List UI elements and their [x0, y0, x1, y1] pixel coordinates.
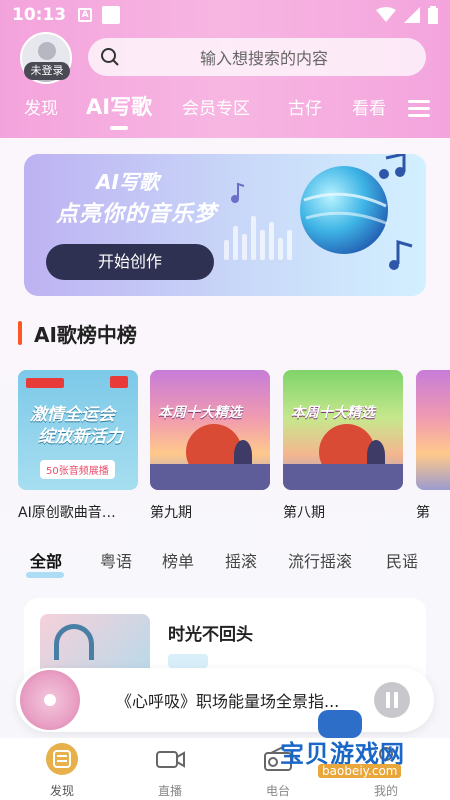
nav-discover[interactable]: 发现 — [22, 742, 102, 799]
album-label: AI原创歌曲音… — [18, 505, 116, 521]
watermark: 宝贝游戏网 baobeiy.com — [270, 704, 446, 784]
album-cover: 本周十大精选 — [283, 370, 403, 490]
status-right — [376, 6, 438, 24]
banner-subtitle: 点亮你的音乐梦 — [56, 202, 218, 227]
search-input[interactable]: 输入想搜索的内容 — [88, 38, 426, 76]
login-status-badge[interactable]: 未登录 — [24, 62, 70, 80]
album-cover: 本周十大精选 — [150, 370, 270, 490]
ground-illustration — [283, 464, 403, 490]
headphones-icon — [54, 624, 94, 660]
tab-ai-songwriting[interactable]: AI写歌 — [86, 91, 152, 121]
album-label: 第八期 — [283, 505, 325, 521]
nav-label: 直播 — [157, 784, 182, 798]
album-cover-tag: 50张音频展播 — [40, 460, 115, 479]
album-label: 第 — [416, 505, 430, 521]
section-title: AI歌榜中榜 — [34, 322, 137, 347]
video-camera-icon — [153, 742, 187, 776]
signal-icon — [404, 7, 420, 23]
album-card[interactable]: 本周十大精选 第八期 — [283, 370, 403, 522]
top-tabs: 发现 AI写歌 会员专区 古仔 看看 — [0, 94, 450, 130]
ground-illustration — [150, 464, 270, 490]
tab-watch[interactable]: 看看 — [352, 94, 386, 119]
album-cover-line2: 绽放新活力 — [38, 427, 123, 447]
battery-icon — [428, 6, 438, 24]
notification-square-icon — [102, 6, 121, 24]
album-cover: 激情全运会 绽放新活力 50张音频展播 — [18, 370, 138, 490]
avatar-head-icon — [38, 42, 56, 60]
chip-folk[interactable]: 民谣 — [386, 548, 418, 572]
chip-pop-rock[interactable]: 流行摇滚 — [288, 548, 352, 572]
genre-filter-tabs: 全部 粤语 榜单 摇滚 流行摇滚 民谣 — [0, 548, 450, 578]
active-tab-indicator — [110, 126, 128, 130]
status-time: 10:13 — [12, 5, 67, 25]
album-cover-title: 本周十大精选 — [158, 405, 242, 421]
broadcaster-logo — [26, 378, 64, 388]
song-card[interactable]: 时光不回头 — [24, 598, 426, 678]
search-icon — [101, 48, 119, 66]
music-note-icon — [379, 154, 406, 179]
album-cover-title: 本周十大精选 — [291, 405, 375, 421]
now-playing-disc — [20, 670, 80, 730]
song-title: 时光不回头 — [168, 625, 253, 645]
wifi-icon — [376, 7, 396, 22]
album-card[interactable]: 激情全运会 绽放新活力 50张音频展播 AI原创歌曲音… — [18, 370, 138, 522]
status-bar: 10:13 A — [0, 0, 450, 30]
search-placeholder: 输入想搜索的内容 — [199, 49, 328, 68]
start-creating-button[interactable]: 开始创作 — [46, 244, 214, 280]
album-cover — [416, 370, 450, 490]
discover-icon — [45, 742, 79, 776]
song-tag — [168, 654, 208, 668]
tab-guzai[interactable]: 古仔 — [288, 94, 322, 119]
music-note-icon — [231, 182, 245, 203]
broadcaster-logo — [110, 376, 128, 388]
nav-label: 电台 — [265, 784, 290, 798]
watermark-url: baobeiy.com — [318, 764, 402, 778]
banner-title: AI写歌 — [96, 170, 159, 194]
chip-charts[interactable]: 榜单 — [162, 548, 194, 572]
chip-cantonese[interactable]: 粤语 — [100, 548, 132, 572]
album-label: 第九期 — [150, 505, 192, 521]
nav-label: 我的 — [373, 784, 398, 798]
notification-a-icon: A — [78, 8, 93, 22]
active-chip-indicator — [26, 572, 64, 578]
chip-all[interactable]: 全部 — [30, 548, 62, 572]
section-accent-bar — [18, 321, 22, 345]
nav-live[interactable]: 直播 — [130, 742, 210, 799]
equalizer-decoration — [224, 210, 304, 260]
album-card[interactable]: 本周十大精选 第九期 — [150, 370, 270, 522]
section-header: AI歌榜中榜 — [18, 318, 137, 348]
tab-discover[interactable]: 发现 — [24, 94, 58, 119]
music-note-icon — [389, 240, 413, 270]
chip-rock[interactable]: 摇滚 — [225, 548, 257, 572]
album-carousel: 激情全运会 绽放新活力 50张音频展播 AI原创歌曲音… 本周十大精选 第九期 … — [0, 370, 450, 530]
ai-songwriting-banner[interactable]: AI写歌 点亮你的音乐梦 开始创作 — [24, 154, 426, 296]
tab-vip-zone[interactable]: 会员专区 — [182, 94, 250, 119]
album-card[interactable]: 第 — [416, 370, 450, 522]
nav-label: 发现 — [49, 784, 74, 798]
menu-icon[interactable] — [408, 100, 430, 118]
